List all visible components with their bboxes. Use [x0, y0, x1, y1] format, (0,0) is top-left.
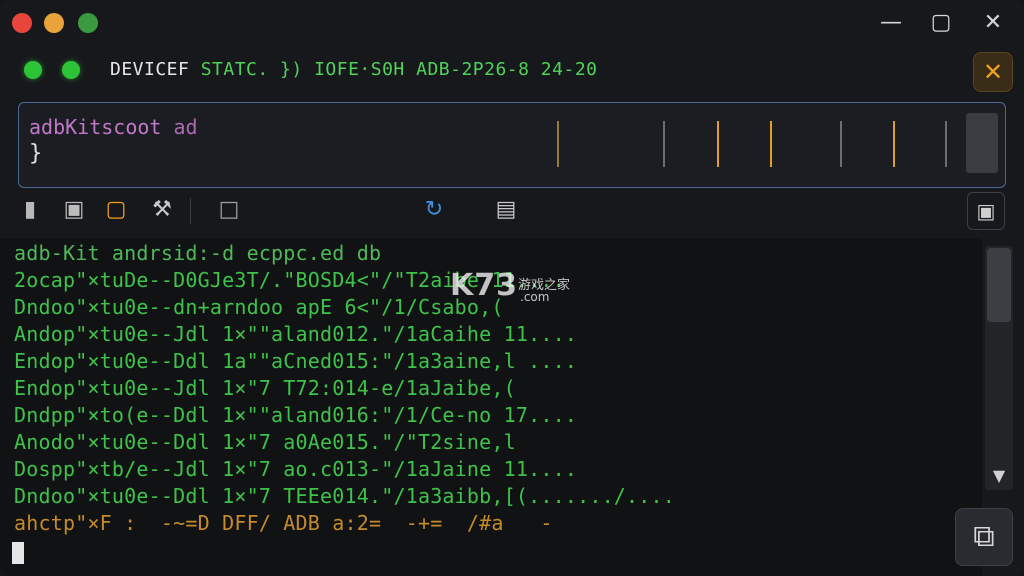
minimize-window-button[interactable] [44, 13, 64, 33]
command-brace: } [29, 141, 43, 166]
terminal-cursor [12, 542, 24, 564]
terminal-line: Endop"×tu0e--Ddl 1a""aCned015:"/1a3aine,… [14, 349, 578, 373]
terminal-header-line: adb-Kit andrsid:-d ecppc.ed db [14, 241, 382, 265]
copy-icon: ⧉ [973, 519, 995, 554]
sync-icon[interactable]: ↻ [420, 196, 448, 224]
scrollbar-thumb[interactable] [987, 248, 1011, 322]
close-icon[interactable]: ✕ [980, 10, 1006, 36]
screen-icon[interactable]: □ [215, 196, 243, 224]
marker [840, 121, 842, 167]
phone-icon[interactable]: ▢ [102, 196, 130, 224]
terminal-line: Dndoo"×tu0e--dn+arndoo apE 6<"/1/Csabo,( [14, 295, 504, 319]
status-text: STATC. }) IOFE·S0H ADB-2P26-8 24-20 [200, 59, 598, 80]
terminal-line: Dndoo"×tu0e--Ddl 1×"7 TEEe014."/1a3aibb,… [14, 484, 676, 508]
fullscreen-button[interactable]: ▣ [967, 192, 1005, 230]
minimize-icon[interactable]: — [878, 10, 904, 36]
input-scrollbar[interactable] [966, 113, 998, 173]
terminal-window: — ▢ ✕ DEVICEF STATC. }) IOFE·S0H ADB-2P2… [0, 0, 1024, 576]
terminal-line: Dospp"×tb/e--Jdl 1×"7 ao.c013-"/1aJaine … [14, 457, 578, 481]
maximize-icon[interactable]: ▢ [928, 10, 954, 36]
marker [945, 121, 947, 167]
fullscreen-icon: ▣ [976, 199, 996, 223]
marker [893, 121, 895, 167]
terminal-last-line: ahctp"×F : -~=D DFF/ ADB a:2= -+= /#a - [14, 511, 553, 535]
close-window-button[interactable] [12, 13, 32, 33]
status-indicator [62, 61, 80, 79]
watermark-logo: K73 游戏之家 .com [450, 268, 571, 304]
marker [663, 121, 665, 167]
device-status-bar: DEVICEF STATC. }) IOFE·S0H ADB-2P26-8 24… [12, 48, 1013, 94]
marker [717, 121, 719, 167]
toolbar: ▮ ▣ ▢ ⚒ □ ↻ ▤ ▣ [0, 190, 1024, 234]
device-icon[interactable]: ▮ [16, 196, 44, 224]
screenshot-icon[interactable]: ▤ [492, 196, 520, 224]
toolbar-divider [190, 198, 191, 224]
terminal-line: Dndpp"×to(e--Ddl 1×""aland016:"/1/Ce-no … [14, 403, 578, 427]
close-icon: ✕ [982, 58, 1004, 86]
status-line: DEVICEF STATC. }) IOFE·S0H ADB-2P26-8 24… [110, 59, 598, 80]
scroll-down-icon[interactable]: ▼ [985, 462, 1013, 490]
marker [770, 121, 772, 167]
close-session-button[interactable]: ✕ [973, 52, 1013, 92]
terminal-line: Anodo"×tu0e--Ddl 1×"7 a0Ae015."/"T2sine,… [14, 430, 516, 454]
chip-icon[interactable]: ▣ [60, 196, 88, 224]
zoom-window-button[interactable] [78, 13, 98, 33]
terminal-line: Endop"×tu0e--Jdl 1×"7 T72:014-e/1aJaibe,… [14, 376, 516, 400]
tools-icon[interactable]: ⚒ [148, 196, 176, 224]
copy-button[interactable]: ⧉ [955, 508, 1013, 566]
connection-indicator [24, 61, 42, 79]
command-text: adbKitscoot ad [29, 115, 198, 139]
command-input[interactable]: adbKitscoot ad } [18, 102, 1006, 188]
terminal-line: Andop"×tu0e--Jdl 1×""aland012."/1aCaihe … [14, 322, 578, 346]
marker [557, 121, 559, 167]
title-bar: — ▢ ✕ [0, 0, 1024, 46]
terminal-scrollbar[interactable] [985, 246, 1013, 490]
device-label: DEVICEF [110, 59, 190, 80]
